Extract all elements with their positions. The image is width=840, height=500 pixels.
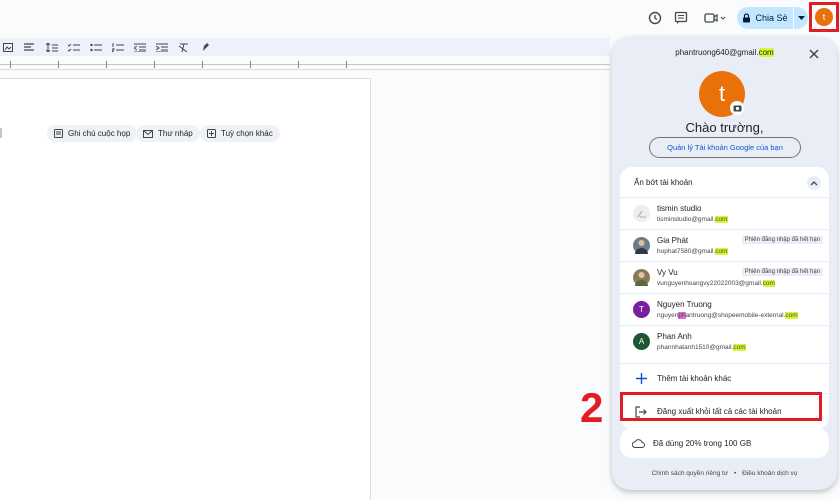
session-expired-badge: Phiên đăng nhập đã hết hạn [741,236,823,244]
account-name: Nguyen Truong [657,300,712,309]
storage-label: Đã dùng 20% trong 100 GB [653,438,752,448]
account-email: hophat7580@gmail.com [657,248,728,255]
account-row[interactable]: Gia Phát Phiên đăng nhập đã hết hạn hoph… [620,229,829,261]
greeting: Chào trường, [685,120,764,135]
step-2-number: 2 [580,384,604,431]
chip-label: Tuỳ chọn khác [221,129,273,138]
privacy-policy-link[interactable]: Chính sách quyền riêng tư [652,470,729,477]
numbered-list-icon[interactable] [112,42,124,52]
account-email: vunguyenhoangvy22022003@gmail.com [657,280,775,287]
add-account-label: Thêm tài khoản khác [657,374,732,383]
chip-meeting-notes[interactable]: Ghi chú cuộc họp [47,125,138,142]
camera-icon[interactable] [730,101,744,115]
account-name: tismin studio [657,204,702,213]
ruler[interactable] [0,58,610,70]
bullet-list-icon[interactable] [90,42,102,52]
increase-indent-icon[interactable] [156,42,168,52]
chip-label: Thư nháp [158,129,193,138]
image-icon[interactable] [2,42,14,52]
account-row[interactable]: A Phan Anh phannhatanh1510@gmail.com [620,325,829,357]
share-button[interactable]: Chia Sẻ [737,7,793,29]
chevron-up-icon[interactable] [807,176,821,190]
pen-icon[interactable] [200,42,212,52]
meet-icon[interactable] [703,9,727,27]
account-avatar [633,269,650,286]
current-account-email: phantruong640@gmail.com [675,48,774,57]
account-panel: phantruong640@gmail.com t Chào trường, Q… [612,37,837,490]
checklist-icon[interactable] [68,42,80,52]
comment-icon[interactable] [672,9,690,27]
panel-footer: Chính sách quyền riêng tư • Điều khoản d… [612,470,837,477]
account-name: Gia Phát [657,236,689,245]
mail-draft-icon [143,130,153,138]
account-email: tisminstudio@gmail.com [657,216,728,223]
page-margin-marker [0,128,2,138]
share-dropdown-button[interactable] [794,7,808,29]
format-toolbar [0,38,610,56]
account-name: Vy Vu [657,268,678,277]
account-email: phannhatanh1510@gmail.com [657,344,746,351]
terms-of-service-link[interactable]: Điều khoản dịch vụ [742,470,797,477]
cloud-icon [632,438,645,448]
add-account-button[interactable]: Thêm tài khoản khác [620,363,829,393]
manage-account-button[interactable]: Quản lý Tài khoản Google của bạn [649,137,801,158]
accounts-header-label: Ẩn bớt tài khoản [634,177,693,187]
lock-icon [743,13,751,23]
account-email: nguyenphantruong@shopeemobile-external.c… [657,312,798,319]
highlight-box-step1 [809,2,839,32]
account-avatar [633,237,650,254]
highlight-box-step2 [620,392,822,421]
share-label: Chia Sẻ [755,13,788,23]
plus-icon [636,373,647,384]
avatar-letter: t [718,81,726,106]
account-avatar: T [633,301,650,318]
clear-formatting-icon[interactable] [178,42,190,52]
account-avatar [633,205,650,222]
decrease-indent-icon[interactable] [134,42,146,52]
history-icon[interactable] [646,9,664,27]
caret-down-icon [797,15,805,20]
chip-label: Ghi chú cuộc họp [68,129,131,138]
footer-separator: • [734,470,737,477]
close-icon[interactable] [808,47,820,59]
note-icon [54,129,63,138]
account-avatar: A [633,333,650,350]
account-row[interactable]: tismin studio tisminstudio@gmail.com [620,197,829,229]
align-icon[interactable] [24,42,36,52]
session-expired-badge: Phiên đăng nhập đã hết hạn [741,268,823,276]
more-options-icon [207,129,216,138]
line-spacing-icon[interactable] [46,42,58,52]
account-name: Phan Anh [657,332,692,341]
storage-usage[interactable]: Đã dùng 20% trong 100 GB [620,428,829,458]
app-header: Chia Sẻ t [0,0,840,36]
accounts-list: Ẩn bớt tài khoản tismin studio tisminstu… [620,167,829,429]
chip-more-options[interactable]: Tuỳ chọn khác [200,125,280,142]
chip-email-draft[interactable]: Thư nháp [136,125,200,142]
account-row[interactable]: Vy Vu Phiên đăng nhập đã hết hạn vunguye… [620,261,829,293]
accounts-toggle[interactable]: Ẩn bớt tài khoản [620,167,829,197]
account-row[interactable]: T Nguyen Truong nguyenphantruong@shopeem… [620,293,829,325]
